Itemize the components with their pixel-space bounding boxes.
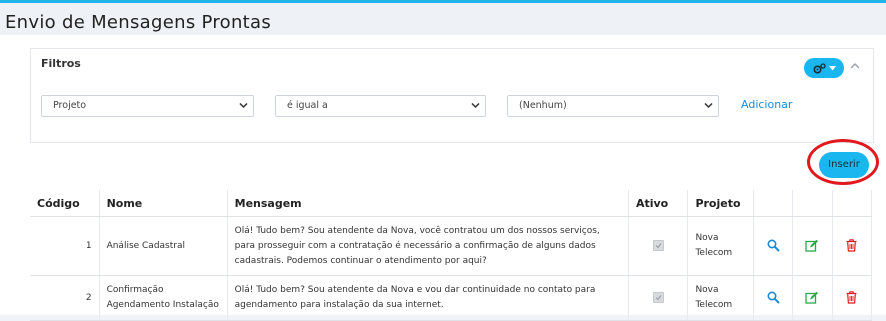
messages-table: Código Nome Mensagem Ativo Projeto 1 Aná… (30, 190, 873, 321)
chevron-up-icon[interactable] (849, 60, 861, 72)
chevron-down-icon (239, 102, 248, 109)
cell-message: Olá! Tudo bem? Sou atendente da Nova, vo… (227, 216, 629, 276)
column-header-delete (832, 190, 873, 217)
edit-icon[interactable] (805, 291, 819, 304)
view-action[interactable] (753, 216, 794, 276)
trash-icon[interactable] (846, 290, 857, 304)
table-header-row: Código Nome Mensagem Ativo Projeto (30, 190, 873, 217)
main-content: Filtros Projeto é igual a (Nenhum) Adici… (0, 35, 886, 321)
cell-name: Confirmação Agendamento Instalação (99, 275, 228, 321)
filter-operator-value: é igual a (287, 100, 328, 111)
chevron-down-icon (704, 102, 713, 109)
cell-active (628, 216, 689, 276)
cell-project: Nova Telecom (687, 275, 754, 321)
trash-icon[interactable] (846, 238, 857, 252)
edit-action[interactable] (792, 216, 833, 276)
delete-action[interactable] (832, 216, 873, 276)
add-filter-link[interactable]: Adicionar (741, 98, 792, 111)
page-title: Envio de Mensagens Prontas (5, 12, 272, 33)
column-header-project[interactable]: Projeto (687, 190, 754, 217)
cell-message: Olá! Tudo bem? Sou atendente da Nova e v… (227, 275, 629, 321)
cell-name: Análise Cadastral (99, 216, 228, 276)
chevron-down-icon (471, 102, 480, 109)
search-icon[interactable] (767, 238, 780, 252)
checkmark-icon (655, 242, 662, 248)
filters-title: Filtros (41, 57, 81, 70)
filter-value-value: (Nenhum) (519, 100, 567, 111)
checkmark-icon (655, 294, 662, 300)
column-header-name[interactable]: Nome (99, 190, 228, 217)
cell-active (628, 275, 689, 321)
filters-panel: Filtros Projeto é igual a (Nenhum) Adici… (30, 48, 874, 143)
caret-down-icon (828, 65, 836, 70)
highlight-annotation-circle (807, 139, 879, 185)
table-row[interactable]: 2 Confirmação Agendamento Instalação Olá… (30, 275, 873, 321)
cell-project: Nova Telecom (687, 216, 754, 276)
edit-action[interactable] (792, 275, 833, 321)
column-header-code[interactable]: Código (30, 190, 100, 217)
column-header-view (753, 190, 794, 217)
column-header-edit (792, 190, 833, 217)
active-checkbox (652, 239, 664, 251)
filter-operator-select[interactable]: é igual a (275, 95, 486, 117)
edit-icon[interactable] (805, 239, 819, 252)
delete-action[interactable] (832, 275, 873, 321)
view-action[interactable] (753, 275, 794, 321)
gears-icon (812, 62, 826, 74)
column-header-message[interactable]: Mensagem (227, 190, 629, 217)
filter-field-select[interactable]: Projeto (41, 95, 254, 117)
cell-code: 1 (30, 216, 100, 276)
title-bar: Envio de Mensagens Prontas (0, 3, 886, 35)
filter-settings-button[interactable] (804, 58, 844, 78)
active-checkbox (652, 291, 664, 303)
filter-value-select[interactable]: (Nenhum) (507, 95, 719, 117)
cell-code: 2 (30, 275, 100, 321)
search-icon[interactable] (767, 290, 780, 304)
filter-field-value: Projeto (53, 100, 87, 111)
table-row[interactable]: 1 Análise Cadastral Olá! Tudo bem? Sou a… (30, 216, 873, 276)
column-header-active[interactable]: Ativo (628, 190, 689, 217)
